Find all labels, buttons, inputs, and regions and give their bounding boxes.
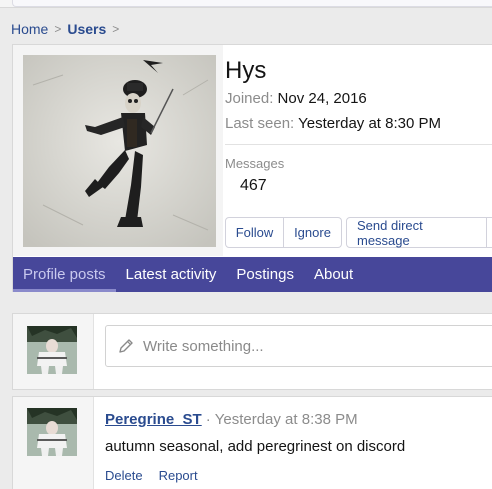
last-seen-line: Last seen: Yesterday at 8:30 PM xyxy=(225,115,441,132)
tab-latest-activity[interactable]: Latest activity xyxy=(116,257,227,292)
delete-link[interactable]: Delete xyxy=(105,468,143,483)
post-header: Peregrine_ST · Yesterday at 8:38 PM xyxy=(105,411,358,428)
follow-button[interactable]: Follow xyxy=(225,217,284,248)
tab-about[interactable]: About xyxy=(304,257,363,292)
composer-avatar-image xyxy=(27,326,77,374)
profile-header: Hys Joined: Nov 24, 2016 Last seen: Yest… xyxy=(13,45,492,256)
tab-postings[interactable]: Postings xyxy=(226,257,304,292)
post-meta-separator: · xyxy=(205,411,211,428)
more-actions-button[interactable] xyxy=(487,217,492,248)
breadcrumb-separator: > xyxy=(112,22,120,36)
write-something-placeholder: Write something... xyxy=(143,337,264,355)
post-actions: Delete Report xyxy=(105,468,214,483)
last-seen-label: Last seen: xyxy=(225,115,295,132)
joined-value: Nov 24, 2016 xyxy=(277,90,367,107)
joined-line: Joined: Nov 24, 2016 xyxy=(225,90,367,107)
profile-post: Peregrine_ST · Yesterday at 8:38 PM autumn… xyxy=(12,396,492,489)
breadcrumb-home[interactable]: Home xyxy=(11,21,48,37)
messages-label: Messages xyxy=(225,156,285,171)
ignore-button[interactable]: Ignore xyxy=(284,217,342,248)
joined-label: Joined: xyxy=(225,90,274,107)
breadcrumb: Home > Users > xyxy=(11,20,125,38)
post-author-avatar-image xyxy=(27,408,77,456)
tab-profile-posts[interactable]: Profile posts xyxy=(13,257,116,292)
post-author-link[interactable]: Peregrine_ST xyxy=(105,411,202,428)
post-content: autumn seasonal, add peregrinest on disc… xyxy=(105,438,406,455)
profile-avatar-image xyxy=(23,55,216,247)
profile-avatar[interactable] xyxy=(23,55,216,247)
composer-avatar[interactable] xyxy=(27,326,77,374)
breadcrumb-users[interactable]: Users xyxy=(67,21,106,37)
last-seen-value: Yesterday at 8:30 PM xyxy=(298,115,441,132)
profile-username: Hys xyxy=(225,57,267,84)
profile-card: Hys Joined: Nov 24, 2016 Last seen: Yest… xyxy=(12,44,492,292)
post-timestamp[interactable]: Yesterday at 8:38 PM xyxy=(215,411,358,428)
post-author-avatar[interactable] xyxy=(27,408,77,456)
breadcrumb-separator: > xyxy=(54,22,62,36)
profile-actions: Follow Ignore Send direct message xyxy=(225,217,492,248)
report-link[interactable]: Report xyxy=(159,468,198,483)
send-direct-message-button[interactable]: Send direct message xyxy=(346,217,487,248)
profile-tabs: Profile posts Latest activity Postings A… xyxy=(13,257,492,292)
top-strip xyxy=(0,0,492,8)
pencil-icon xyxy=(119,339,133,353)
top-strip-inner xyxy=(12,0,492,7)
write-something-input[interactable]: Write something... xyxy=(105,325,492,367)
info-divider xyxy=(225,144,492,145)
messages-count[interactable]: 467 xyxy=(240,177,267,195)
profile-post-composer: Write something... xyxy=(12,313,492,390)
profile-info: Hys Joined: Nov 24, 2016 Last seen: Yest… xyxy=(225,45,492,256)
